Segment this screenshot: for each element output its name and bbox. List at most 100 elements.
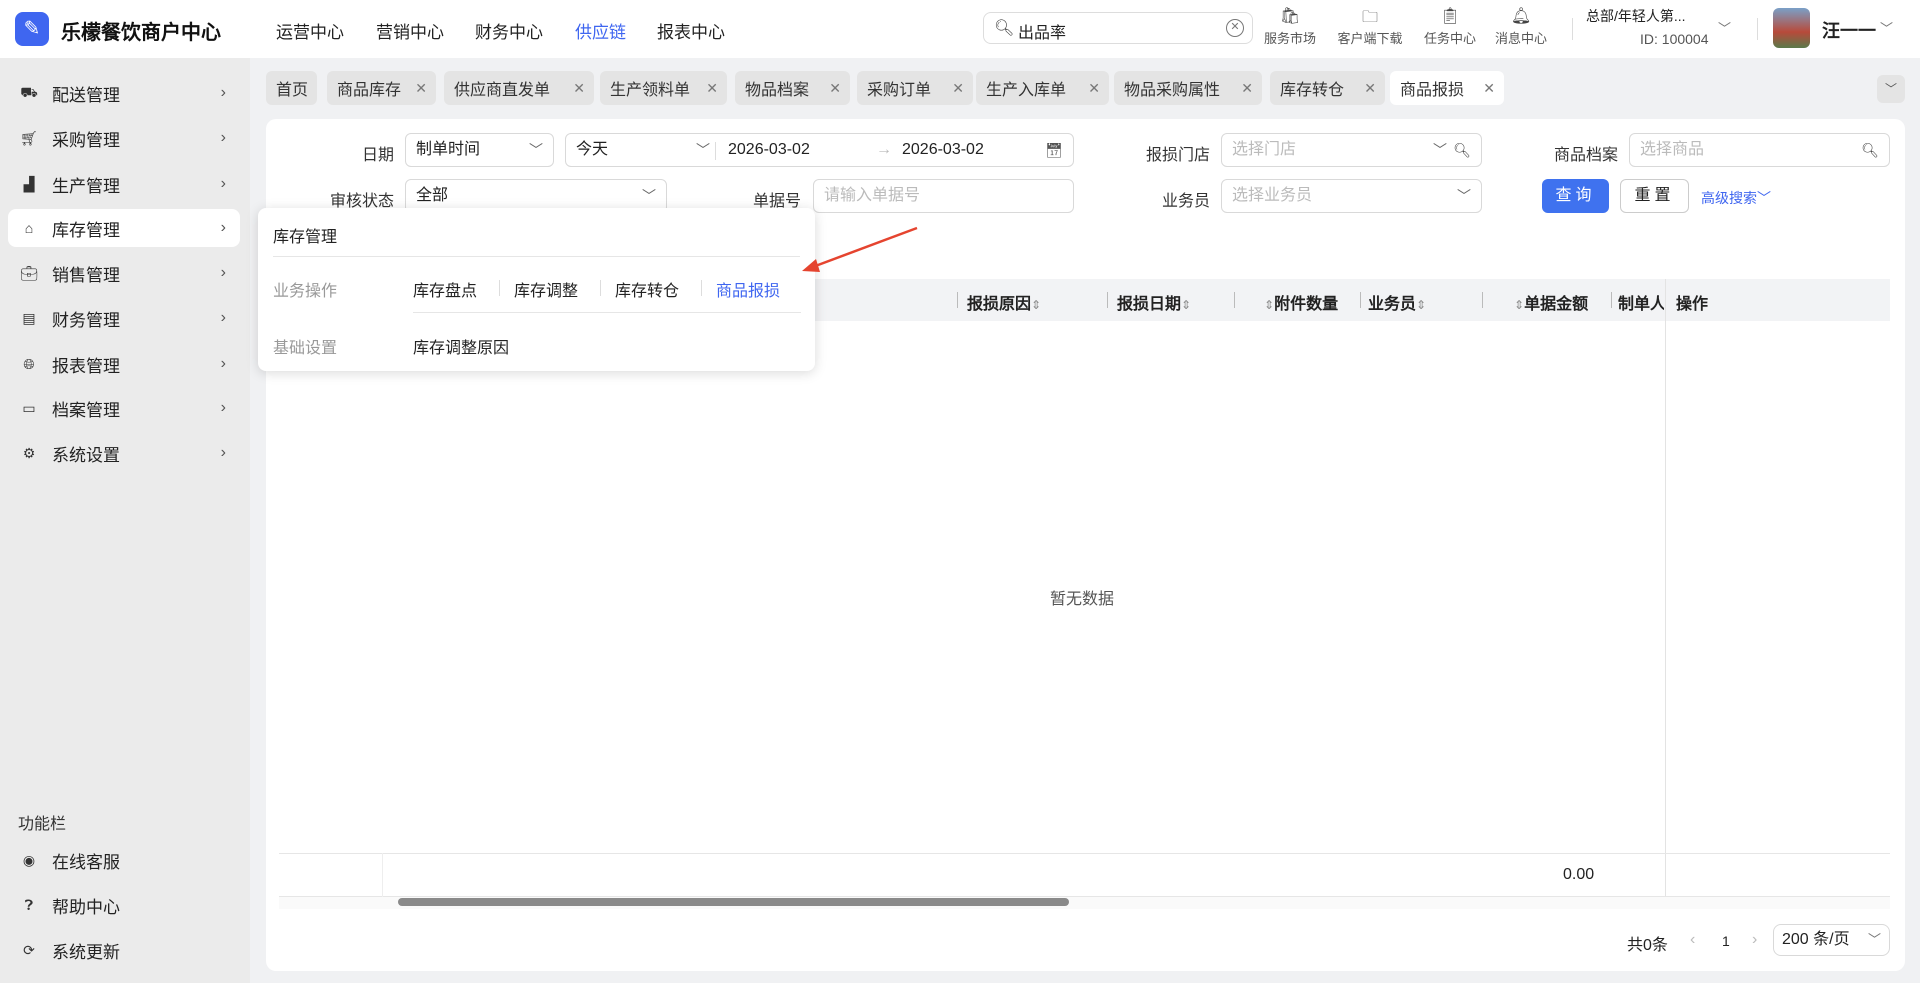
tab-home[interactable]: 首页 [266,71,317,105]
search-icon[interactable]: 🔍︎ [1861,134,1879,166]
col-loss-reason[interactable]: 报损原因⇕ [967,290,1041,314]
sort-icon[interactable]: ⇕ [1031,298,1041,312]
client-download-button[interactable]: 🗀 客户端下载 [1328,6,1412,47]
sidebar-item-archives[interactable]: ▭ 档案管理 › [0,389,240,427]
nav-reports[interactable]: 报表中心 [657,18,725,43]
page-size-select[interactable]: 200 条/页 ﹀ [1773,924,1890,956]
tab-supplier-direct[interactable]: 供应商直发单 ✕ [444,71,594,105]
link-stock-count[interactable]: 库存盘点 [413,277,477,301]
tab-product-loss[interactable]: 商品报损 ✕ [1390,71,1504,105]
date-end[interactable]: 2026-03-02 [902,134,984,166]
divider [1757,18,1758,40]
sidebar-item-label: 库存管理 [52,220,120,240]
sidebar-item-reports[interactable]: 🌐︎ 报表管理 › [0,345,240,383]
prev-page-button[interactable]: ‹ [1690,931,1695,949]
close-icon[interactable]: ✕ [1364,80,1376,97]
inbox-icon: ▭ [22,399,36,416]
sidebar-item-delivery[interactable]: ⛟ 配送管理 › [0,74,240,112]
query-button[interactable]: 查询 [1542,179,1609,213]
nav-finance[interactable]: 财务中心 [475,18,543,43]
close-icon[interactable]: ✕ [1483,80,1495,97]
close-icon[interactable]: ✕ [1088,80,1100,97]
close-icon[interactable]: ✕ [952,80,964,97]
sidebar-item-finance[interactable]: ▤ 财务管理 › [0,299,240,337]
date-range-picker[interactable]: 今天 ﹀ 2026-03-02 → 2026-03-02 📅︎ [565,133,1074,167]
refresh-icon: ⟳ [23,941,35,958]
date-preset[interactable]: 今天 [576,141,608,158]
sidebar-item-inventory[interactable]: ⌂ 库存管理 › [8,209,240,247]
system-update[interactable]: ⟳ 系统更新 [0,931,240,969]
salesman-select[interactable]: 选择业务员 ﹀ [1221,179,1482,213]
tab-production-inbound[interactable]: 生产入库单 ✕ [976,71,1109,105]
sort-icon[interactable]: ⇕ [1264,298,1274,312]
sort-icon[interactable]: ⇕ [1514,298,1524,312]
chevron-down-icon[interactable]: ﹀ [1880,18,1893,37]
nav-operations[interactable]: 运营中心 [276,18,344,43]
message-center-button[interactable]: 🔔︎ 消息中心 [1481,6,1561,47]
page-number[interactable]: 1 [1722,933,1730,949]
col-creator[interactable]: 制单人 [1618,290,1664,314]
group-label: 基础设置 [273,340,338,357]
nav-marketing[interactable]: 营销中心 [376,18,444,43]
tab-item-archive[interactable]: 物品档案 ✕ [735,71,850,105]
close-icon[interactable]: ✕ [415,80,427,97]
user-name[interactable]: 汪一一 [1822,17,1876,43]
chevron-down-icon[interactable]: ﹀ [1718,18,1731,37]
next-page-button[interactable]: › [1752,931,1757,949]
sort-icon[interactable]: ⇕ [1416,298,1426,312]
link-stock-adjust[interactable]: 库存调整 [514,277,578,301]
column-divider [1107,292,1108,308]
tab-stock-transfer[interactable]: 库存转仓 ✕ [1270,71,1385,105]
sidebar-item-sales[interactable]: 💼︎ 销售管理 › [0,254,240,292]
doc-no-input[interactable]: 请输入单据号 [813,179,1074,213]
date-type-select[interactable]: 制单时间 ﹀ [405,133,554,167]
close-icon[interactable]: ✕ [573,80,585,97]
help-icon: ❓︎ [24,896,34,913]
col-salesman[interactable]: 业务员⇕ [1368,290,1426,314]
sidebar-item-purchase[interactable]: 🛒︎ 采购管理 › [0,119,240,157]
nav-supply-chain[interactable]: 供应链 [575,18,626,43]
clear-search-icon[interactable]: ✕ [1226,19,1244,37]
task-center-button[interactable]: 📋︎ 任务中心 [1410,6,1490,47]
sort-icon[interactable]: ⇕ [1181,298,1191,312]
tab-production-picking[interactable]: 生产领料单 ✕ [600,71,727,105]
date-start[interactable]: 2026-03-02 [728,134,810,166]
group-label: 业务操作 [273,283,338,300]
download-folder-icon: 🗀 [1361,9,1378,26]
global-search[interactable]: 🔍︎ 出品率 ✕ [983,12,1253,44]
tab-item-purchase-attr[interactable]: 物品采购属性 ✕ [1114,71,1262,105]
sidebar-item-settings[interactable]: ⚙ 系统设置 › [0,434,240,472]
close-icon[interactable]: ✕ [706,80,718,97]
product-select[interactable]: 选择商品 🔍︎ [1629,133,1890,167]
scrollbar-thumb[interactable] [398,898,1069,906]
col-attachments[interactable]: ⇕附件数量 [1264,290,1338,314]
tab-product-stock[interactable]: 商品库存 ✕ [327,71,436,105]
close-icon[interactable]: ✕ [829,80,841,97]
chevron-right-icon: › [220,84,226,101]
sidebar-item-label: 生产管理 [52,176,120,196]
sidebar-item-production[interactable]: ▟ 生产管理 › [0,165,240,203]
store-select[interactable]: 选择门店 ﹀ 🔍︎ [1221,133,1482,167]
divider [413,312,801,313]
tab-purchase-order[interactable]: 采购订单 ✕ [857,71,973,105]
link-stock-transfer[interactable]: 库存转仓 [615,277,679,301]
sidebar-item-label: 档案管理 [52,400,120,420]
search-input[interactable]: 出品率 [1018,19,1066,43]
chevron-right-icon: › [220,129,226,146]
link-adjust-reasons[interactable]: 库存调整原因 [413,334,509,358]
help-center[interactable]: ❓︎ 帮助中心 [0,886,240,924]
tabs-more-button[interactable]: ﹀ [1877,75,1905,103]
reset-button[interactable]: 重置 [1620,179,1689,213]
org-selector[interactable]: 总部/年轻人第... [1586,6,1686,26]
advanced-search-link[interactable]: 高级搜索﹀ [1701,188,1771,208]
col-amount[interactable]: ⇕单据金额 [1514,290,1588,314]
online-support[interactable]: ◉ 在线客服 [0,841,240,879]
search-icon[interactable]: 🔍︎ [1453,134,1471,166]
link-product-loss[interactable]: 商品报损 [716,277,780,301]
close-icon[interactable]: ✕ [1241,80,1253,97]
service-market-button[interactable]: 🛍︎ 服务市场 [1250,6,1330,47]
popup-title: 库存管理 [273,229,338,246]
column-divider [1360,292,1361,308]
avatar[interactable] [1773,8,1810,48]
col-loss-date[interactable]: 报损日期⇕ [1117,290,1191,314]
